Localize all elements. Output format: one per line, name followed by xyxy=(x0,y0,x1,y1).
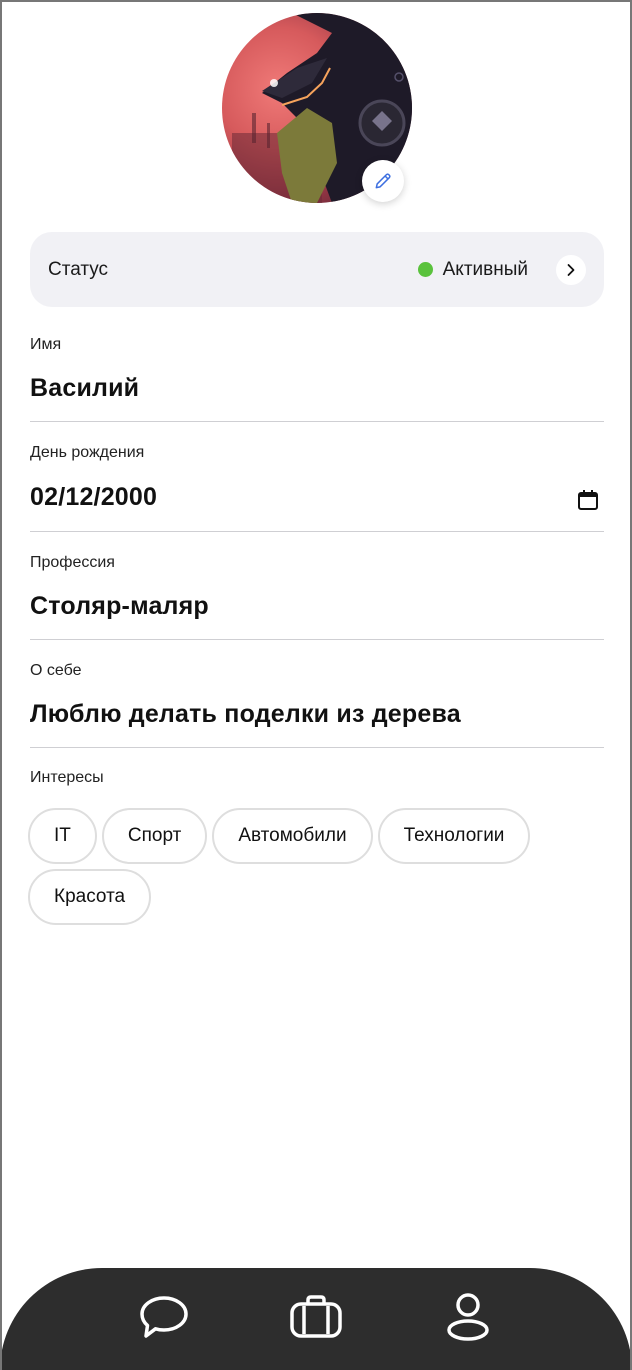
about-label: О себе xyxy=(30,662,82,679)
status-chevron-button[interactable] xyxy=(556,254,586,285)
interest-chip[interactable]: Спорт xyxy=(101,808,208,864)
nav-briefcase-button[interactable] xyxy=(286,1287,346,1347)
birthday-value[interactable]: 02/12/2000 xyxy=(30,483,604,512)
about-field[interactable]: О себе Люблю делать поделки из дерева xyxy=(30,662,604,748)
interests-chips: IT Спорт Автомобили Технологии Красота xyxy=(28,808,588,925)
briefcase-icon xyxy=(290,1295,342,1338)
status-row[interactable]: Статус Активный xyxy=(30,232,604,307)
avatar-section xyxy=(222,13,412,203)
profile-icon xyxy=(447,1293,489,1341)
nav-profile-button[interactable] xyxy=(438,1287,498,1347)
edit-avatar-button[interactable] xyxy=(362,160,404,202)
chevron-right-icon xyxy=(567,263,575,276)
interest-chip[interactable]: IT xyxy=(28,808,97,864)
birthday-label: День рождения xyxy=(30,444,145,461)
profession-label: Профессия xyxy=(30,554,115,571)
status-indicator xyxy=(417,262,433,277)
status-label: Статус xyxy=(48,258,109,280)
name-value[interactable]: Василий xyxy=(30,374,604,403)
chat-icon xyxy=(140,1296,188,1338)
about-value[interactable]: Люблю делать поделки из дерева xyxy=(30,700,604,729)
nav-chat-button[interactable] xyxy=(134,1287,194,1347)
calendar-icon[interactable] xyxy=(576,488,600,517)
profession-field[interactable]: Профессия Столяр-маляр xyxy=(30,554,604,640)
status-value: Активный xyxy=(442,258,528,280)
interest-chip[interactable]: Красота xyxy=(28,869,152,925)
interests-label: Интересы xyxy=(30,769,104,786)
interest-chip[interactable]: Технологии xyxy=(377,808,531,864)
name-label: Имя xyxy=(30,336,62,353)
name-field[interactable]: Имя Василий xyxy=(30,336,604,422)
interest-chip[interactable]: Автомобили xyxy=(212,808,373,864)
pencil-icon xyxy=(375,173,391,189)
birthday-field[interactable]: День рождения 02/12/2000 xyxy=(30,444,604,532)
profession-value[interactable]: Столяр-маляр xyxy=(30,592,604,621)
bottom-nav xyxy=(0,1268,632,1370)
